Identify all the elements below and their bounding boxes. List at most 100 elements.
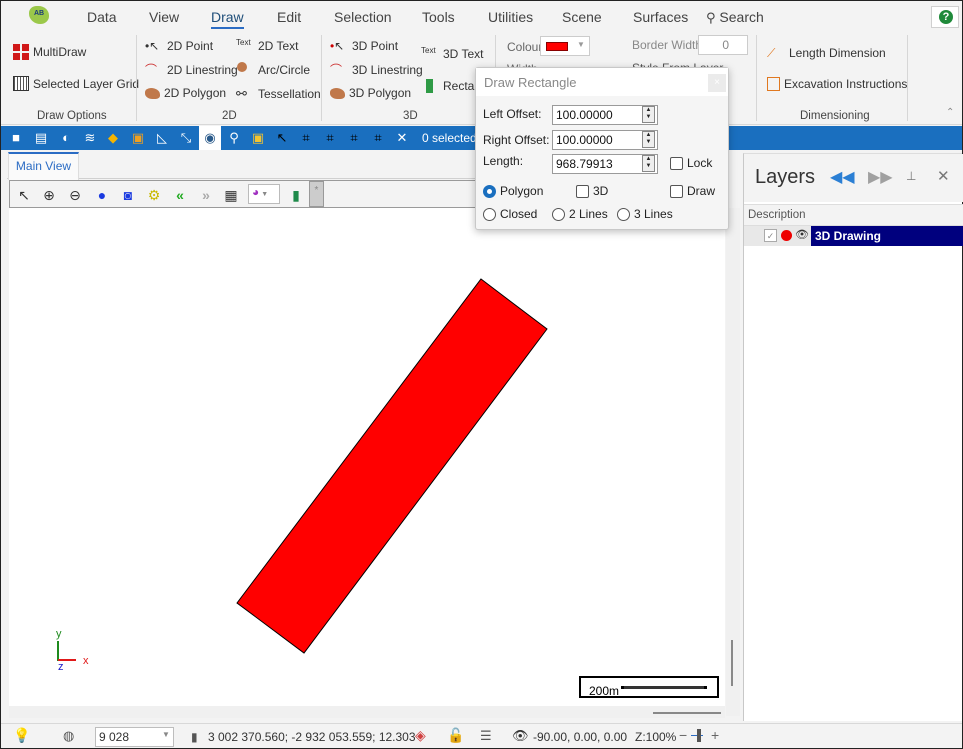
zoom-in-icon[interactable]: ⊕ bbox=[39, 185, 59, 205]
clear-selection-icon[interactable]: ✕ bbox=[393, 129, 411, 147]
select-rect-icon[interactable]: ⌗ bbox=[297, 129, 315, 147]
scale-select[interactable]: 9 028 ▼ bbox=[95, 727, 174, 747]
layer-color-swatch[interactable] bbox=[781, 230, 792, 241]
location-pin-icon[interactable]: ⚲ bbox=[225, 129, 243, 147]
layers-column-header[interactable]: Description bbox=[744, 204, 963, 226]
menu-selection[interactable]: Selection bbox=[334, 9, 392, 25]
three-lines-radio[interactable] bbox=[617, 208, 630, 221]
layer-visibility-checkbox[interactable]: ✓ bbox=[764, 229, 777, 242]
polygon-radio[interactable] bbox=[483, 185, 496, 198]
tessellation-button[interactable]: ⚯ Tessellation bbox=[236, 86, 321, 102]
menu-draw[interactable]: Draw bbox=[211, 9, 244, 29]
layer-properties-icon[interactable]: ▤ bbox=[32, 129, 50, 147]
bookmark-icon[interactable]: ▮ bbox=[286, 185, 306, 205]
palette-icon[interactable]: ◐ bbox=[57, 129, 75, 147]
select-circle-icon[interactable]: ⌗ bbox=[321, 129, 339, 147]
selected-layer-grid-button[interactable]: Selected Layer Grid bbox=[13, 76, 139, 91]
grid-icon[interactable]: ▦ bbox=[221, 185, 241, 205]
menu-scene[interactable]: Scene bbox=[562, 9, 602, 25]
next-view-icon[interactable]: » bbox=[196, 185, 216, 205]
map-canvas[interactable]: y x z 200m bbox=[9, 208, 725, 716]
snap-icon[interactable]: ◈ bbox=[415, 727, 426, 744]
terrain-icon[interactable]: ◍ bbox=[63, 728, 74, 744]
lock-checkbox[interactable] bbox=[670, 157, 683, 170]
zoom-slider-thumb[interactable] bbox=[697, 729, 701, 742]
2d-linestring-label: 2D Linestring bbox=[167, 63, 238, 77]
zoom-window-icon[interactable]: ◙ bbox=[118, 185, 138, 205]
label-tool-icon[interactable]: ▣ bbox=[129, 129, 147, 147]
help-button[interactable]: ? bbox=[931, 6, 959, 28]
render-style-dropdown[interactable]: ◕ ▼ bbox=[248, 184, 280, 204]
eye-icon[interactable]: 👁 bbox=[795, 228, 809, 241]
closed-radio[interactable] bbox=[483, 208, 496, 221]
menu-data[interactable]: Data bbox=[87, 9, 117, 25]
two-lines-radio[interactable] bbox=[552, 208, 565, 221]
rectangle-button[interactable]: Rectan bbox=[421, 78, 481, 94]
menu-surfaces[interactable]: Surfaces bbox=[633, 9, 688, 25]
select-polygon-icon[interactable]: ⌗ bbox=[345, 129, 363, 147]
select-box-icon[interactable]: ⌗ bbox=[369, 129, 387, 147]
settings-gear-icon[interactable]: ⚙ bbox=[144, 185, 164, 205]
select-point-icon[interactable]: ↖ bbox=[273, 129, 291, 147]
excavation-instructions-button[interactable]: Excavation Instructions bbox=[767, 77, 907, 91]
tab-main-view[interactable]: Main View bbox=[8, 152, 79, 180]
folder-icon[interactable]: ■ bbox=[7, 129, 25, 147]
globe-icon[interactable]: ◉ bbox=[199, 126, 221, 150]
lightbulb-icon[interactable]: 💡 bbox=[13, 727, 30, 744]
pointer-icon[interactable]: ↖ bbox=[14, 185, 34, 205]
layer-row[interactable]: ✓ 👁 3D Drawing bbox=[744, 226, 963, 246]
2d-point-button[interactable]: •↖ 2D Point bbox=[145, 38, 213, 54]
collapse-ribbon-icon[interactable]: ⌃ bbox=[946, 107, 954, 118]
layers-stack-icon[interactable]: ≋ bbox=[81, 129, 99, 147]
zoom-out-icon[interactable]: ⊖ bbox=[65, 185, 85, 205]
multidraw-button[interactable]: MultiDraw bbox=[13, 44, 86, 60]
menu-tools[interactable]: Tools bbox=[422, 9, 455, 25]
border-width-input[interactable]: 0 bbox=[698, 35, 748, 55]
previous-view-icon[interactable]: « bbox=[170, 185, 190, 205]
draw-checkbox[interactable] bbox=[670, 185, 683, 198]
expand-right-icon[interactable]: ▶▶ bbox=[868, 167, 893, 187]
3d-text-button[interactable]: Text 3D Text bbox=[421, 46, 483, 62]
menu-utilities[interactable]: Utilities bbox=[488, 9, 533, 25]
app-logo-icon[interactable]: AB bbox=[29, 6, 49, 24]
more-tools-button[interactable]: * bbox=[309, 181, 324, 207]
right-offset-spinner[interactable]: ▲ ▼ bbox=[642, 131, 655, 148]
3d-linestring-button[interactable]: ⌒ 3D Linestring bbox=[330, 62, 423, 78]
map-icon[interactable]: ◆ bbox=[104, 129, 122, 147]
horizontal-scroll-thumb[interactable] bbox=[653, 712, 721, 714]
search-button[interactable]: ⚲ Search bbox=[706, 9, 764, 26]
close-icon[interactable]: ✕ bbox=[937, 167, 950, 185]
menu-view[interactable]: View bbox=[149, 9, 179, 25]
dialog-titlebar[interactable]: Draw Rectangle × bbox=[476, 68, 728, 96]
vertical-scroll-thumb[interactable] bbox=[731, 640, 733, 686]
2d-linestring-button[interactable]: ⌒ 2D Linestring bbox=[145, 62, 238, 78]
2d-polygon-button[interactable]: 2D Polygon bbox=[145, 86, 226, 100]
unlock-icon[interactable]: 🔓 bbox=[447, 727, 464, 744]
pin-icon[interactable]: ⊥ bbox=[906, 169, 916, 183]
vertical-scrollbar[interactable] bbox=[726, 208, 740, 716]
menu-edit[interactable]: Edit bbox=[277, 9, 301, 25]
axes-icon[interactable]: ⤡ bbox=[177, 129, 195, 147]
dialog-close-button[interactable]: × bbox=[708, 74, 726, 92]
multidraw-icon bbox=[13, 44, 29, 60]
select-window-icon[interactable]: ▣ bbox=[249, 129, 267, 147]
zoom-extents-icon[interactable]: ● bbox=[92, 185, 112, 205]
length-dimension-button[interactable]: ⟋ Length Dimension bbox=[767, 45, 886, 61]
zoom-out-button[interactable]: − bbox=[679, 727, 687, 743]
3d-point-button[interactable]: •↖ 3D Point bbox=[330, 38, 398, 54]
notes-icon[interactable]: ☰ bbox=[480, 728, 492, 744]
arc-circle-button[interactable]: Arc/Circle bbox=[236, 62, 310, 78]
layer-name[interactable]: 3D Drawing bbox=[811, 226, 963, 246]
3d-polygon-button[interactable]: 3D Polygon bbox=[330, 86, 411, 100]
right-offset-label: Right Offset: bbox=[483, 133, 550, 147]
2d-text-button[interactable]: Text 2D Text bbox=[236, 38, 298, 54]
horizontal-scrollbar[interactable] bbox=[9, 706, 725, 718]
drawn-rectangle[interactable] bbox=[236, 278, 548, 654]
length-spinner[interactable]: ▲ ▼ bbox=[642, 155, 655, 172]
3d-checkbox[interactable] bbox=[576, 185, 589, 198]
measure-angle-icon[interactable]: ◺ bbox=[153, 129, 171, 147]
zoom-in-button[interactable]: + bbox=[711, 727, 719, 743]
colour-picker[interactable]: ▼ bbox=[540, 36, 590, 56]
left-offset-spinner[interactable]: ▲ ▼ bbox=[642, 106, 655, 123]
collapse-left-icon[interactable]: ◀◀ bbox=[830, 167, 855, 187]
